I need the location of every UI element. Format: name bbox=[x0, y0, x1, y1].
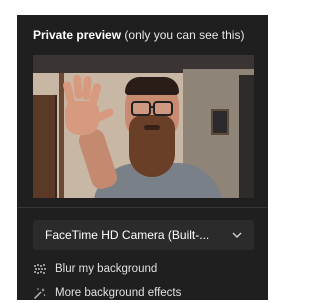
magic-wand-icon bbox=[34, 288, 46, 299]
person-glasses bbox=[131, 101, 173, 116]
camera-dropdown-value: FaceTime HD Camera (Built-... bbox=[45, 228, 210, 242]
panel-title: Private preview (only you can see this) bbox=[33, 28, 244, 42]
private-preview-panel: Private preview (only you can see this) … bbox=[17, 15, 268, 300]
camera-dropdown[interactable]: FaceTime HD Camera (Built-... bbox=[33, 220, 254, 250]
chevron-down-icon bbox=[232, 232, 242, 238]
section-divider bbox=[17, 207, 268, 208]
glasses-lens-right bbox=[153, 101, 173, 116]
panel-title-subtext: (only you can see this) bbox=[121, 28, 245, 42]
blur-icon bbox=[34, 264, 46, 274]
panel-title-bold: Private preview bbox=[33, 28, 122, 42]
blur-background-label: Blur my background bbox=[55, 263, 158, 275]
preview-door-trim bbox=[59, 73, 64, 198]
person-mouth bbox=[144, 125, 160, 130]
preview-doorway bbox=[239, 75, 254, 198]
preview-door bbox=[33, 95, 57, 198]
glasses-lens-left bbox=[131, 101, 151, 116]
preview-picture-frame bbox=[211, 109, 229, 135]
more-background-effects-label: More background effects bbox=[55, 287, 182, 299]
camera-preview-video bbox=[33, 55, 254, 198]
person-hair bbox=[125, 77, 179, 95]
